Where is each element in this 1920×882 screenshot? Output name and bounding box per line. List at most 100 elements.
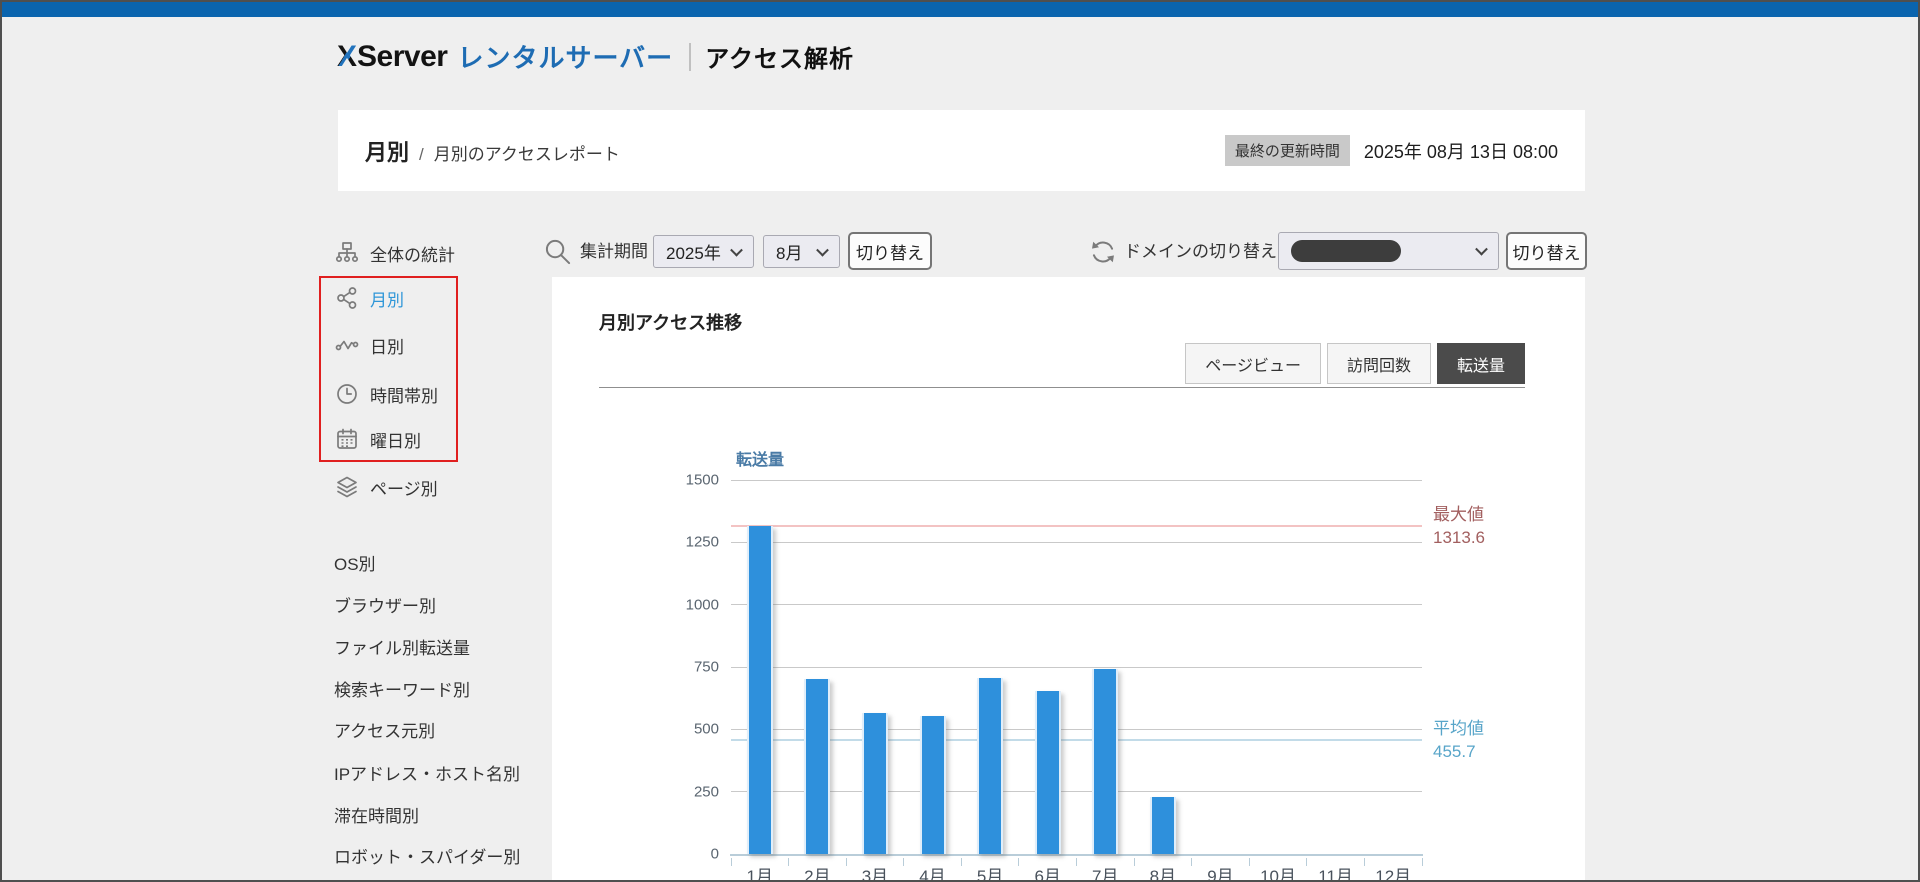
- domain-switch-button[interactable]: 切り替え: [1506, 232, 1587, 270]
- sidebar-item-12[interactable]: IPアドレス・ホスト名別: [334, 759, 520, 785]
- bar-6月[interactable]: [1034, 691, 1061, 854]
- max-line: [731, 525, 1422, 528]
- breadcrumb-separator: /: [419, 144, 424, 164]
- gridline: [731, 541, 1422, 543]
- sidebar-item-10[interactable]: 検索キーワード別: [334, 675, 470, 701]
- gridline: [731, 604, 1422, 606]
- tab-2[interactable]: 訪問回数: [1326, 343, 1431, 384]
- sidebar-item-11[interactable]: アクセス元別: [334, 716, 435, 742]
- year-select[interactable]: 2025年: [653, 235, 754, 268]
- bar-chart: 転送量 0 250 500 750 1000 1250 1500 最大値 1313.6 平均値 45…: [686, 452, 1485, 880]
- chart-panel: 月別アクセス推移 ページビュー 訪問回数 転送量 転送量 0 250 500 750 100…: [552, 277, 1585, 880]
- bar-4月[interactable]: [919, 715, 946, 854]
- last-updated-badge: 最終の更新時間: [1224, 135, 1350, 166]
- domain-select[interactable]: [1278, 232, 1499, 270]
- sidebar-item-3[interactable]: 日別: [335, 332, 404, 358]
- y-axis-tick-label: 500: [693, 720, 719, 738]
- x-axis-label: 8月: [1149, 867, 1177, 882]
- x-axis-label: 3月: [861, 867, 889, 882]
- bar-1月[interactable]: [746, 526, 773, 854]
- sidebar-item-7[interactable]: OS別: [334, 549, 376, 575]
- chevron-down-icon: [730, 243, 743, 257]
- period-switch-button[interactable]: 切り替え: [848, 232, 932, 270]
- calendar-icon: [335, 427, 359, 451]
- page-title: アクセス解析: [705, 46, 854, 73]
- pulse-icon: [335, 333, 359, 357]
- breadcrumb-title: 月別のアクセスレポート: [433, 144, 620, 164]
- sidebar-item-8[interactable]: ブラウザー別: [334, 591, 436, 617]
- x-axis-label: 9月: [1207, 867, 1234, 882]
- last-updated-value: 2025年 08月 13日 08:00: [1363, 141, 1558, 162]
- top-accent-bar: [2, 2, 1918, 17]
- metric-tabs: ページビュー 訪問回数 転送量: [1185, 343, 1525, 384]
- x-axis-label: 12月: [1375, 867, 1412, 882]
- search-icon: [544, 238, 572, 266]
- sidebar-item-label: 月別: [370, 290, 404, 310]
- sidebar-item-label: 全体の統計: [370, 245, 455, 265]
- last-updated: 最終の更新時間 2025年 08月 13日 08:00: [1224, 135, 1558, 166]
- y-axis-tick-label: 1500: [685, 471, 719, 489]
- sidebar-item-14[interactable]: ロボット・スパイダー別: [334, 842, 520, 868]
- sidebar-item-label: アクセス元別: [334, 721, 436, 741]
- average-line-label: 平均値 455.7: [1433, 719, 1484, 762]
- gridline: [731, 666, 1422, 668]
- x-axis-label: 4月: [919, 867, 946, 882]
- x-axis-label: 11月: [1318, 867, 1353, 882]
- sidebar-item-label: 滞在時間別: [334, 806, 419, 826]
- bar-2月[interactable]: [804, 679, 831, 854]
- sidebar-item-label: 曜日別: [370, 431, 421, 451]
- sidebar-item-1[interactable]: 全体の統計: [335, 240, 455, 266]
- sidebar-item-9[interactable]: ファイル別転送量: [334, 633, 470, 659]
- average-line: [731, 739, 1422, 742]
- sidebar-item-label: ページ別: [370, 479, 438, 499]
- y-axis-tick-label: 1000: [685, 596, 719, 614]
- share-icon: [335, 286, 359, 310]
- tab-1[interactable]: ページビュー: [1185, 343, 1321, 384]
- bar-3月[interactable]: [861, 713, 888, 854]
- month-select[interactable]: 8月: [763, 235, 840, 268]
- clock-icon: [335, 382, 359, 406]
- sidebar-item-label: ロボット・スパイダー別: [334, 847, 521, 867]
- chart-section-title: 月別アクセス推移: [599, 313, 743, 333]
- sidebar-item-label: 検索キーワード別: [334, 680, 470, 700]
- layers-icon: [335, 475, 359, 499]
- gridline: [731, 479, 1422, 481]
- sidebar-item-label: OS別: [334, 554, 376, 574]
- x-axis-line: [730, 854, 1423, 856]
- breadcrumb: 月別 / 月別のアクセスレポート: [365, 135, 620, 167]
- sidebar-item-label: IPアドレス・ホスト名別: [334, 764, 521, 784]
- logo-service-name: レンタルサーバー: [457, 43, 674, 73]
- chevron-down-icon: [816, 243, 829, 257]
- sidebar-item-13[interactable]: 滞在時間別: [334, 801, 419, 827]
- sidebar-item-4[interactable]: 時間帯別: [335, 381, 438, 407]
- bar-8月[interactable]: [1149, 797, 1176, 854]
- app-window: X Server レンタルサーバー アクセス解析 月別 / 月別のアクセスレポート…: [0, 0, 1920, 882]
- xserver-logo: X: [337, 39, 358, 73]
- sidebar-item-5[interactable]: 曜日別: [335, 426, 421, 452]
- sitemap-icon: [335, 241, 359, 265]
- y-axis-tick-label: 250: [693, 783, 719, 801]
- x-axis-label: 2月: [804, 867, 831, 882]
- y-axis-tick-label: 750: [693, 658, 719, 676]
- x-axis-label: 5月: [976, 867, 1004, 882]
- xserver-logo-text: Server: [357, 39, 448, 73]
- bar-7月[interactable]: [1092, 669, 1119, 854]
- sidebar-item-label: 日別: [370, 337, 404, 357]
- sidebar-item-6[interactable]: ページ別: [335, 474, 438, 500]
- x-axis-label: 10月: [1260, 867, 1296, 882]
- panel-divider: [599, 387, 1525, 388]
- breadcrumb-bar: 月別 / 月別のアクセスレポート 最終の更新時間 2025年 08月 13日 0…: [338, 110, 1585, 191]
- month-select-value: 8月: [776, 244, 803, 263]
- sidebar-item-2[interactable]: 月別: [335, 285, 404, 311]
- redacted-domain-value: [1291, 240, 1401, 262]
- refresh-icon: [1089, 238, 1117, 266]
- y-axis-tick-label: 1250: [685, 533, 719, 551]
- x-axis-label: 6月: [1034, 867, 1061, 882]
- year-select-value: 2025年: [666, 244, 721, 263]
- tab-3[interactable]: 転送量: [1436, 343, 1525, 384]
- bar-5月[interactable]: [977, 678, 1004, 854]
- max-line-label: 最大値 1313.6: [1433, 505, 1485, 548]
- y-axis-title: 転送量: [736, 452, 785, 469]
- y-axis-tick-label: 0: [710, 845, 719, 863]
- x-axis-label: 7月: [1092, 867, 1119, 882]
